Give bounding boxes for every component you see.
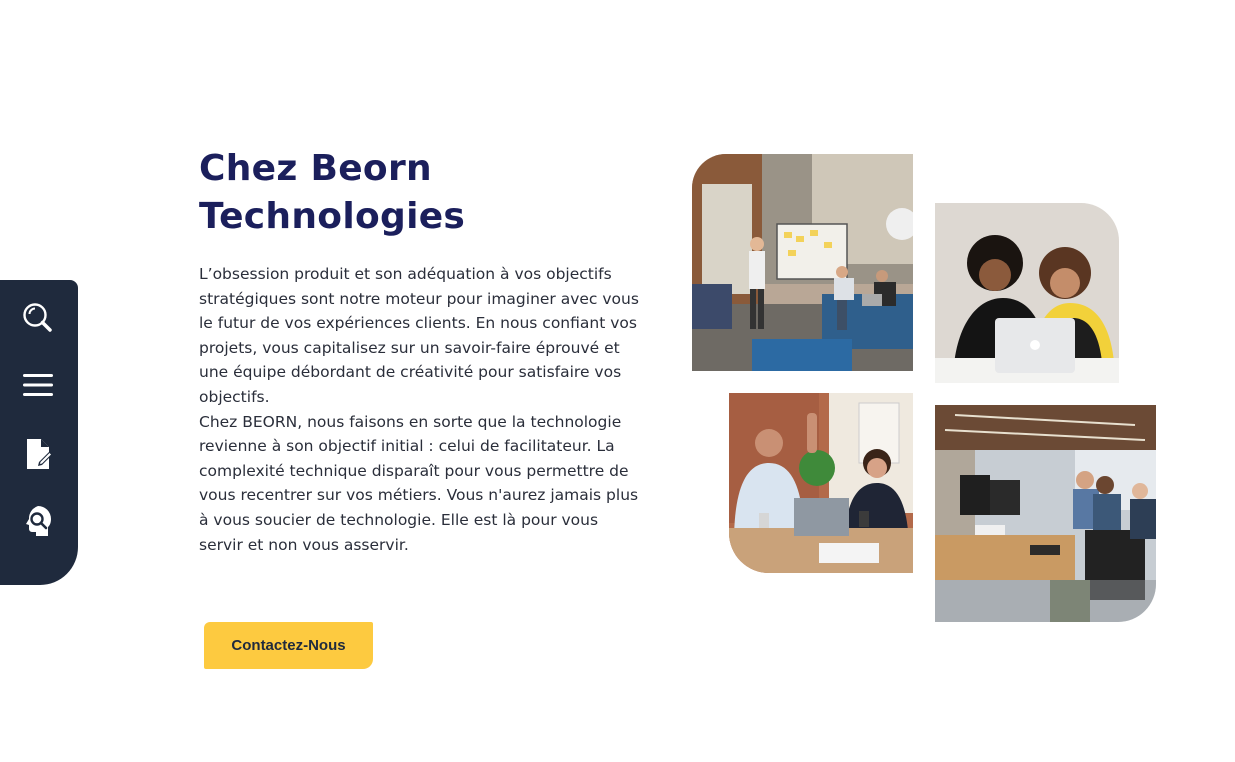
title-line-1: Chez Beorn xyxy=(199,148,432,189)
menu-button[interactable] xyxy=(14,361,62,409)
document-button[interactable] xyxy=(14,430,62,478)
intro-text: L’obsession produit et son adéquation à … xyxy=(199,262,639,557)
intro-paragraph-2: Chez BEORN, nous faisons en sorte que la… xyxy=(199,412,639,554)
high-five-photo xyxy=(729,393,913,573)
support-button[interactable] xyxy=(14,497,62,545)
search-icon xyxy=(21,301,55,335)
document-edit-icon xyxy=(21,437,55,471)
search-button[interactable] xyxy=(14,294,62,342)
open-office-photo xyxy=(935,405,1156,622)
team-presentation-photo xyxy=(692,154,913,371)
intro-paragraph-1: L’obsession produit et son adéquation à … xyxy=(199,265,639,406)
support-icon xyxy=(21,504,55,538)
sidebar xyxy=(0,280,78,585)
women-laptop-photo xyxy=(935,203,1119,383)
title-line-2: Technologies xyxy=(199,196,466,237)
menu-icon xyxy=(21,368,55,402)
contact-button[interactable]: Contactez-Nous xyxy=(204,622,373,669)
page-title: Chez Beorn Technologies xyxy=(199,145,619,241)
